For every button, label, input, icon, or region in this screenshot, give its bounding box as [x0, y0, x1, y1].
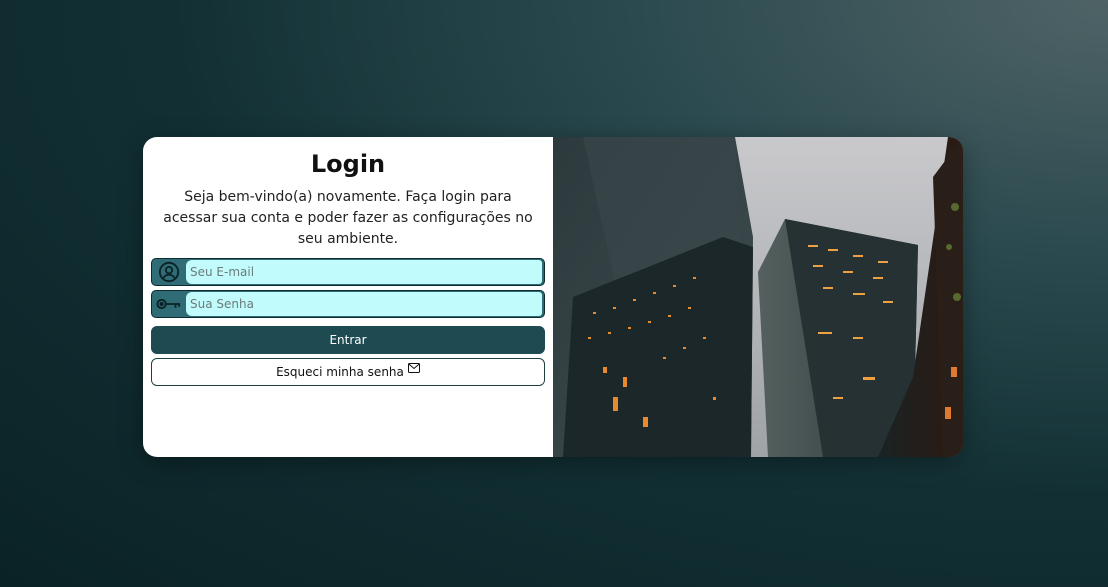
user-circle-icon [152, 259, 186, 285]
key-icon [152, 291, 186, 317]
forgot-password-button[interactable]: Esqueci minha senha [151, 358, 545, 386]
login-form-panel: Login Seja bem-vindo(a) novamente. Faça … [143, 137, 553, 457]
page-title: Login [310, 150, 386, 178]
email-input[interactable] [186, 260, 542, 284]
password-field-wrapper [151, 290, 545, 318]
skyscrapers-image [553, 137, 963, 457]
envelope-icon [407, 362, 420, 376]
email-field-wrapper [151, 258, 545, 286]
welcome-text: Seja bem-vindo(a) novamente. Faça login … [163, 189, 533, 247]
login-card: Login Seja bem-vindo(a) novamente. Faça … [143, 137, 963, 457]
forgot-password-label: Esqueci minha senha [276, 365, 404, 379]
password-input[interactable] [186, 292, 542, 316]
login-button-label: Entrar [329, 333, 367, 347]
login-button[interactable]: Entrar [151, 326, 545, 354]
